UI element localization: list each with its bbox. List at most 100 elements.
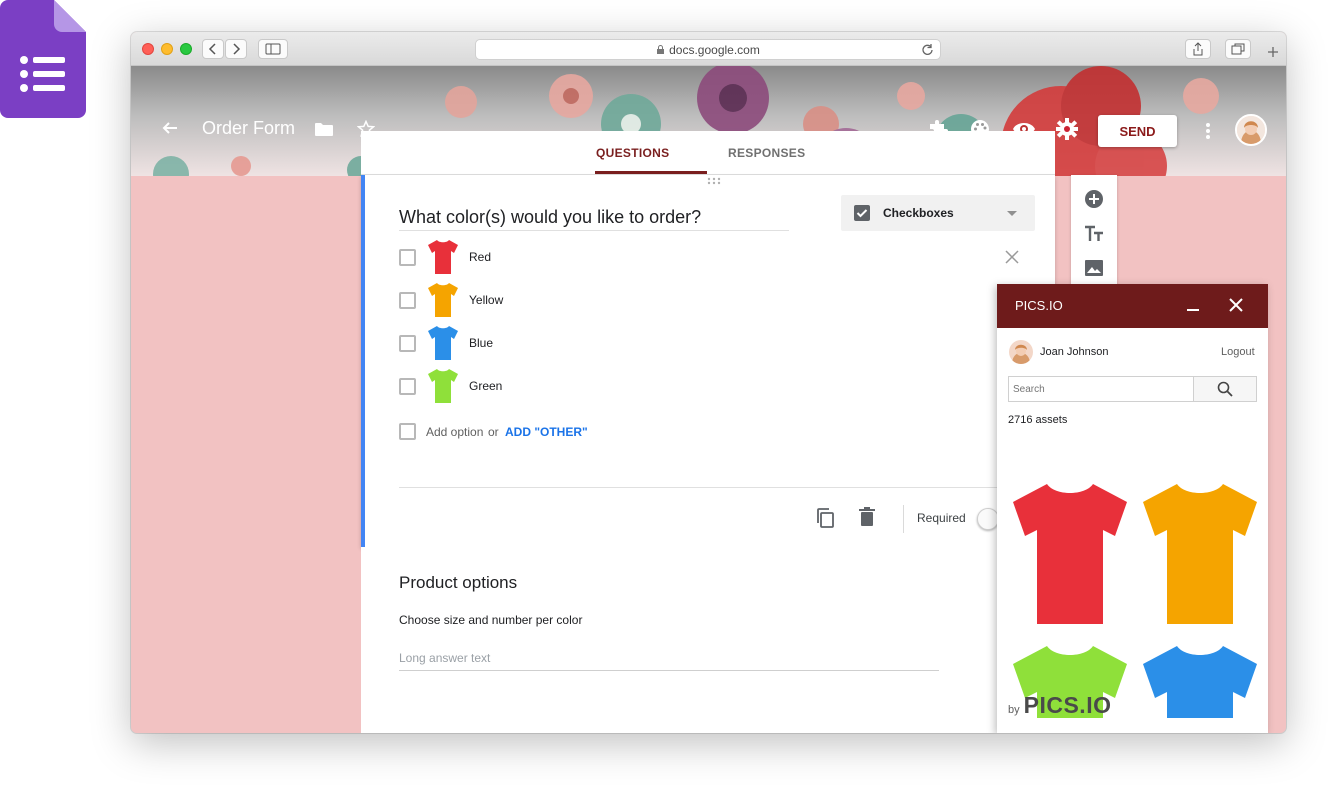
asset-shirt-shape [1143,484,1257,624]
form-side-toolbar [1071,175,1117,295]
option-checkbox[interactable] [399,378,416,395]
duplicate-copy-icon[interactable] [815,507,835,529]
section-card[interactable]: Product options Choose size and number p… [361,547,1055,733]
pics-panel-header: PICS.IO [997,284,1268,328]
tab-questions[interactable]: QUESTIONS [596,131,669,175]
question-title-input[interactable]: What color(s) would you like to order? [399,207,789,231]
share-icon [1193,42,1203,56]
long-answer-field: Long answer text [399,651,939,671]
account-avatar[interactable] [1235,114,1267,146]
add-image-icon[interactable] [1084,259,1104,277]
delete-trash-icon[interactable] [859,507,875,527]
option-row-yellow: Yellow [399,280,959,320]
question-card[interactable]: What color(s) would you like to order? C… [361,175,1055,547]
back-arrow-icon[interactable] [161,119,179,137]
search-icon [1217,381,1233,397]
tshirt-yellow-image [428,283,458,317]
tabs-overview-button[interactable] [1225,39,1251,59]
new-tab-icon[interactable] [1267,46,1279,58]
minimize-window-button[interactable] [161,43,173,55]
tshirt-green-image [428,369,458,403]
pics-io-panel: PICS.IO Joan Johnson Logout 2716 assets … [997,284,1268,733]
checkbox-checked-icon [854,205,870,221]
drag-handle-icon[interactable] [707,177,723,185]
pics-brand-by: by [1008,704,1020,716]
option-row-blue: Blue [399,323,959,363]
tab-responses[interactable]: RESPONSES [728,131,805,175]
pics-brand-logo: PICS.IO [1023,692,1112,718]
section-title[interactable]: Product options [399,573,517,593]
tshirt-shape [428,283,458,317]
close-icon[interactable] [1229,298,1243,312]
add-other-link[interactable]: ADD "OTHER" [505,425,588,439]
asset-thumbnail-blue-tshirt[interactable] [1141,642,1259,718]
option-row-red: Red [399,237,959,277]
option-checkbox[interactable] [399,292,416,309]
more-vertical-icon[interactable] [1205,122,1211,140]
browser-back-button[interactable] [202,39,224,59]
browser-window: docs.google.com Order Form SEND QUESTION… [131,32,1286,733]
card-divider [399,487,1027,488]
lock-icon [657,45,665,54]
question-type-label: Checkboxes [883,206,954,220]
form-title[interactable]: Order Form [202,118,295,139]
caret-down-icon [1007,211,1017,216]
pics-user-name: Joan Johnson [1040,346,1109,358]
pics-search-input[interactable] [1008,376,1194,402]
pics-panel-title: PICS.IO [1015,298,1063,313]
add-option-row: Add option or ADD "OTHER" [399,421,799,445]
user-avatar-icon [1012,344,1030,364]
option-label[interactable]: Red [469,250,491,264]
tabs-icon [1231,43,1245,55]
asset-thumbnail-yellow-tshirt[interactable] [1141,480,1259,626]
tshirt-blue-image [428,326,458,360]
asset-shirt-shape [1143,646,1257,718]
browser-titlebar: docs.google.com [131,32,1286,66]
user-avatar-icon [1237,116,1265,144]
minimize-icon[interactable] [1186,298,1200,312]
option-checkbox[interactable] [399,335,416,352]
browser-forward-button[interactable] [225,39,247,59]
add-option-link[interactable]: Add option [426,425,483,439]
sidebar-toggle-button[interactable] [258,39,288,59]
asset-shirt-shape [1013,484,1127,624]
form-tabs: QUESTIONS RESPONSES [361,131,1055,175]
active-tab-indicator [595,171,707,174]
option-label[interactable]: Green [469,379,502,393]
required-label: Required [917,511,966,525]
tshirt-shape [428,369,458,403]
chevron-left-icon [208,43,216,55]
google-forms-logo-icon [0,0,86,118]
remove-option-close-icon[interactable] [1005,250,1019,264]
pics-user-avatar [1009,340,1033,364]
add-question-plus-icon[interactable] [1084,189,1104,209]
question-type-dropdown[interactable]: Checkboxes [841,195,1035,231]
sidebar-icon [265,43,281,55]
add-title-text-icon[interactable] [1084,225,1104,243]
send-button[interactable]: SEND [1098,115,1177,147]
option-label[interactable]: Blue [469,336,493,350]
pics-asset-count: 2716 assets [1008,414,1068,426]
folder-icon[interactable] [314,121,334,137]
address-text: docs.google.com [669,42,760,57]
zoom-window-button[interactable] [180,43,192,55]
close-window-button[interactable] [142,43,154,55]
pics-logout-link[interactable]: Logout [1221,346,1255,358]
address-bar[interactable]: docs.google.com [475,39,941,60]
pics-search-button[interactable] [1193,376,1257,402]
option-row-green: Green [399,366,959,406]
asset-thumbnail-red-tshirt[interactable] [1011,480,1129,626]
tshirt-red-image [428,240,458,274]
reload-icon[interactable] [921,43,934,56]
settings-gear-icon[interactable] [1056,118,1078,140]
section-description[interactable]: Choose size and number per color [399,613,582,627]
chevron-right-icon [233,43,241,55]
pics-brand: by PICS.IO [1008,692,1111,719]
option-label[interactable]: Yellow [469,293,503,307]
option-checkbox[interactable] [399,249,416,266]
add-option-checkbox [399,423,416,440]
tshirt-shape [428,326,458,360]
or-label: or [488,425,499,439]
required-toggle[interactable] [977,508,999,530]
share-button[interactable] [1185,39,1211,59]
